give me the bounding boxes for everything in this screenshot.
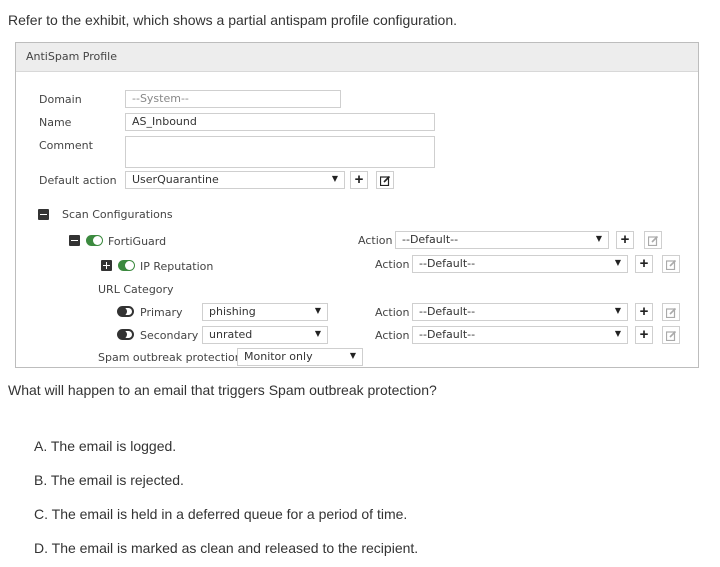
secondary-action-value: --Default-- — [419, 328, 476, 341]
name-field[interactable]: AS_Inbound — [125, 113, 435, 131]
edit-icon — [666, 307, 677, 318]
edit-secondary-action-button[interactable] — [662, 326, 680, 344]
chevron-down-icon: ▼ — [314, 306, 321, 315]
secondary-toggle[interactable] — [117, 329, 134, 340]
fortiguard-toggle[interactable] — [86, 235, 103, 246]
chevron-down-icon: ▼ — [349, 351, 356, 360]
primary-action-select[interactable]: --Default-- ▼ — [412, 303, 628, 321]
primary-category-select[interactable]: phishing ▼ — [202, 303, 328, 321]
edit-icon — [666, 330, 677, 341]
url-category-label: URL Category — [98, 283, 174, 296]
answer-option-d[interactable]: D. The email is marked as clean and rele… — [34, 540, 418, 556]
plus-icon: + — [620, 231, 630, 248]
plus-icon: + — [354, 171, 364, 188]
chevron-down-icon: ▼ — [595, 234, 602, 243]
ip-reputation-toggle[interactable] — [118, 260, 135, 271]
chevron-down-icon: ▼ — [314, 329, 321, 338]
plus-icon: + — [639, 326, 649, 343]
answer-option-c[interactable]: C. The email is held in a deferred queue… — [34, 506, 407, 522]
ip-reputation-action-label: Action — [375, 258, 410, 271]
add-fortiguard-action-button[interactable]: + — [616, 231, 634, 249]
edit-default-action-button[interactable] — [376, 171, 394, 189]
primary-action-value: --Default-- — [419, 305, 476, 318]
ip-reputation-label: IP Reputation — [140, 260, 214, 273]
comment-textarea[interactable] — [125, 136, 435, 168]
scan-configurations-label: Scan Configurations — [62, 208, 173, 221]
edit-icon — [666, 259, 677, 270]
primary-action-label: Action — [375, 306, 410, 319]
add-secondary-action-button[interactable]: + — [635, 326, 653, 344]
primary-label: Primary — [140, 306, 183, 319]
collapse-fortiguard-icon[interactable] — [69, 235, 80, 246]
chevron-down-icon: ▼ — [331, 174, 338, 183]
edit-fortiguard-action-button[interactable] — [644, 231, 662, 249]
name-label: Name — [39, 116, 72, 129]
domain-label: Domain — [39, 93, 82, 106]
add-ip-reputation-action-button[interactable]: + — [635, 255, 653, 273]
secondary-category-value: unrated — [209, 328, 253, 341]
fortiguard-action-label-text: Action — [358, 234, 393, 247]
domain-field[interactable]: --System-- — [125, 90, 341, 108]
answer-option-b[interactable]: B. The email is rejected. — [34, 472, 184, 488]
comment-label: Comment — [39, 139, 93, 152]
spam-outbreak-label: Spam outbreak protection — [98, 351, 242, 364]
secondary-action-select[interactable]: --Default-- ▼ — [412, 326, 628, 344]
chevron-down-icon: ▼ — [614, 258, 621, 267]
panel-header: AntiSpam Profile — [16, 43, 698, 72]
chevron-down-icon: ▼ — [614, 306, 621, 315]
primary-toggle[interactable] — [117, 306, 134, 317]
add-primary-action-button[interactable]: + — [635, 303, 653, 321]
ip-reputation-action-value: --Default-- — [419, 257, 476, 270]
spam-outbreak-value: Monitor only — [244, 350, 313, 363]
fortiguard-action-value: --Default-- — [402, 233, 459, 246]
plus-icon: + — [639, 303, 649, 320]
default-action-value: UserQuarantine — [132, 173, 219, 186]
secondary-category-select[interactable]: unrated ▼ — [202, 326, 328, 344]
chevron-down-icon: ▼ — [614, 329, 621, 338]
default-action-label: Default action — [39, 174, 117, 187]
question-intro: Refer to the exhibit, which shows a part… — [8, 12, 458, 28]
spam-outbreak-select[interactable]: Monitor only ▼ — [237, 348, 363, 366]
edit-icon — [648, 235, 659, 246]
panel-title: AntiSpam Profile — [26, 50, 117, 63]
add-default-action-button[interactable]: + — [350, 171, 368, 189]
default-action-select[interactable]: UserQuarantine ▼ — [125, 171, 345, 189]
plus-icon: + — [639, 255, 649, 272]
ip-reputation-action-select[interactable]: --Default-- ▼ — [412, 255, 628, 273]
antispam-profile-panel: AntiSpam Profile Domain --System-- Name … — [15, 42, 699, 368]
fortiguard-action-select[interactable]: --Default-- ▼ — [395, 231, 609, 249]
edit-primary-action-button[interactable] — [662, 303, 680, 321]
fortiguard-label: FortiGuard — [108, 235, 167, 248]
primary-category-value: phishing — [209, 305, 256, 318]
secondary-label: Secondary — [140, 329, 199, 342]
collapse-scan-configurations-icon[interactable] — [38, 209, 49, 220]
question-prompt: What will happen to an email that trigge… — [8, 382, 437, 398]
expand-ip-reputation-icon[interactable] — [101, 260, 112, 271]
edit-ip-reputation-action-button[interactable] — [662, 255, 680, 273]
edit-icon — [380, 175, 391, 186]
secondary-action-label: Action — [375, 329, 410, 342]
answer-option-a[interactable]: A. The email is logged. — [34, 438, 176, 454]
